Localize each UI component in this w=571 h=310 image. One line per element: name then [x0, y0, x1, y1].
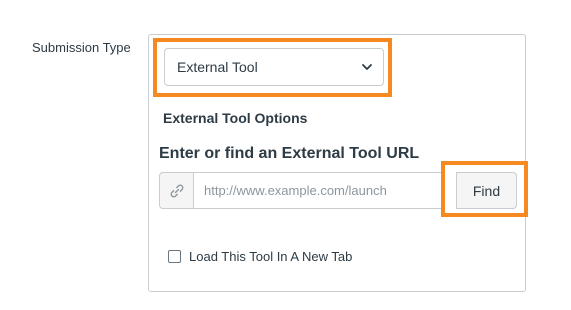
external-tool-url-input[interactable] [193, 172, 445, 209]
submission-type-label: Submission Type [32, 40, 131, 55]
chevron-down-icon [361, 61, 373, 73]
new-tab-checkbox-label: Load This Tool In A New Tab [189, 249, 353, 264]
cropped-text-above [310, 0, 510, 1]
external-tool-url-heading: Enter or find an External Tool URL [159, 145, 420, 162]
assignment-edit-page: Submission Type External Tool External T… [0, 0, 571, 310]
find-button[interactable]: Find [456, 172, 517, 209]
link-icon [159, 172, 193, 209]
new-tab-checkbox[interactable] [168, 250, 181, 263]
new-tab-option[interactable]: Load This Tool In A New Tab [168, 249, 352, 264]
external-tool-options-heading: External Tool Options [163, 110, 308, 126]
submission-type-select[interactable]: External Tool [164, 48, 384, 86]
submission-type-selected-value: External Tool [177, 59, 258, 75]
external-tool-url-group [159, 172, 445, 209]
